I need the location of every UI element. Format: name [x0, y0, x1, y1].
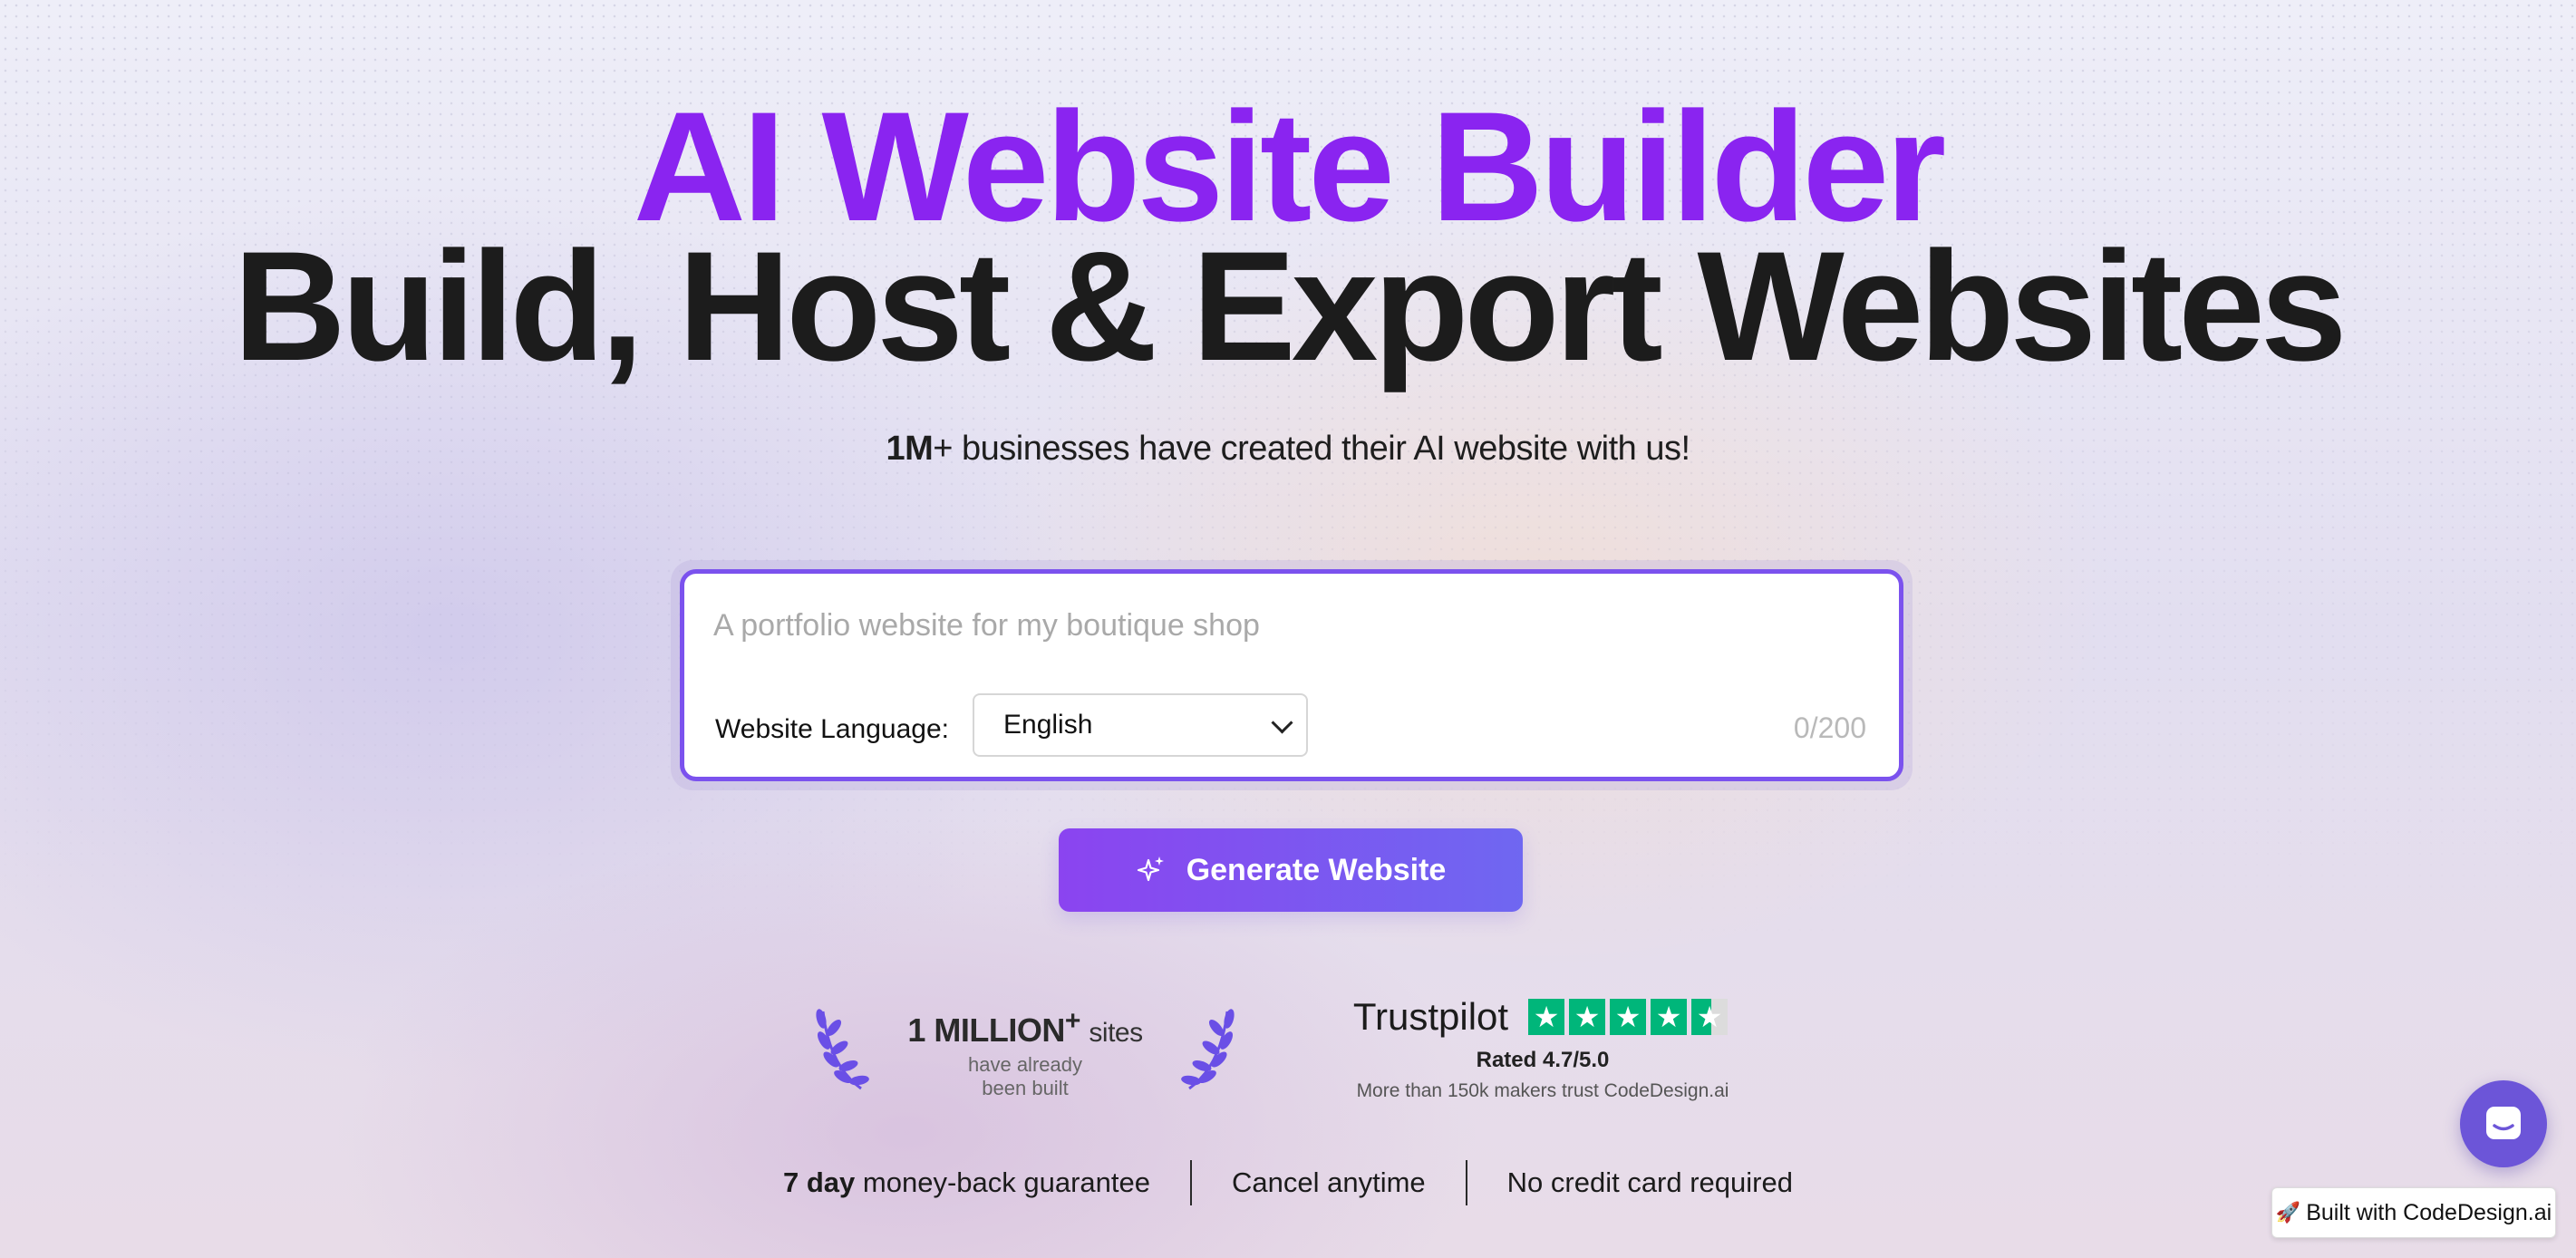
prompt-card: Website Language: English 0/200: [671, 560, 1913, 790]
chevron-down-icon: [1271, 711, 1293, 734]
built-with-label: Built with CodeDesign.ai: [2306, 1199, 2552, 1225]
million-caption-line1: have already: [968, 1053, 1082, 1076]
built-with-badge[interactable]: 🚀 Built with CodeDesign.ai: [2271, 1187, 2556, 1238]
star-icon: ★: [1569, 999, 1606, 1035]
million-caption-line2: been built: [982, 1077, 1069, 1099]
website-language-label: Website Language:: [715, 714, 949, 744]
subline-count: 1M: [886, 430, 934, 468]
star-icon: ★: [1528, 999, 1565, 1035]
subline-text: + businesses have created their AI websi…: [933, 430, 1690, 468]
money-back-guarantee: 7 day money-back guarantee: [743, 1166, 1190, 1199]
hero-subline: 1M+ businesses have created their AI web…: [0, 430, 2576, 469]
character-counter: 0/200: [1793, 711, 1866, 744]
no-credit-card: No credit card required: [1506, 1166, 1793, 1198]
language-selected-value: English: [1003, 710, 1093, 740]
rocket-icon: 🚀: [2275, 1201, 2301, 1224]
star-icon: ★: [1610, 999, 1647, 1035]
million-plus: +: [1064, 1006, 1081, 1036]
money-back-text: money-back guarantee: [855, 1166, 1150, 1198]
generate-website-button[interactable]: Generate Website: [1059, 828, 1523, 912]
laurel-right-icon: [1181, 1009, 1235, 1090]
prompt-box: Website Language: English 0/200: [680, 569, 1903, 781]
trustpilot-stars: ★ ★ ★ ★ ★: [1528, 999, 1732, 1035]
million-unit: sites: [1089, 1018, 1143, 1048]
generate-website-label: Generate Website: [1186, 852, 1447, 887]
money-back-days: 7 day: [783, 1166, 856, 1198]
cancel-anytime: Cancel anytime: [1232, 1166, 1426, 1198]
trustpilot-makers-text: More than 150k makers trust CodeDesign.a…: [1356, 1080, 1729, 1101]
laurel-left-icon: [816, 1009, 869, 1090]
website-prompt-input[interactable]: [712, 597, 1803, 653]
chat-widget-button[interactable]: [2460, 1080, 2547, 1167]
trustpilot-rated-text: Rated 4.7/5.0: [1476, 1048, 1610, 1072]
million-count: 1 MILLION: [907, 1011, 1065, 1049]
chat-icon: [2486, 1107, 2521, 1139]
hero-title-main: Build, Host & Export Websites: [233, 219, 2348, 393]
guarantees-bar: 7 day money-back guarantee Cancel anytim…: [0, 1160, 2576, 1205]
half-star-icon: ★: [1691, 999, 1729, 1035]
million-sites-stat: 1 MILLION+ sites have already been built: [906, 1006, 1144, 1100]
website-language-select[interactable]: English: [973, 693, 1308, 757]
star-icon: ★: [1651, 999, 1688, 1035]
trustpilot-rating: Trustpilot ★ ★ ★ ★ ★ Rated 4.7/5.0 More …: [1343, 995, 1742, 1102]
trustpilot-brand: Trustpilot: [1352, 995, 1509, 1038]
sparkle-icon: [1137, 856, 1164, 882]
